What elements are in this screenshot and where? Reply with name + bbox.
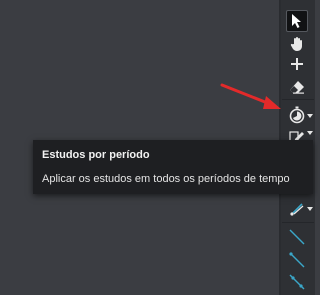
tooltip-description: Aplicar os estudos em todos os períodos … xyxy=(42,173,290,185)
cursor-arrow-icon xyxy=(292,14,301,28)
eraser-tool-button[interactable] xyxy=(286,76,308,98)
hand-pan-icon xyxy=(290,37,302,51)
extended-line-icon xyxy=(289,274,305,290)
chevron-down-icon[interactable] xyxy=(307,131,313,135)
crosshair-plus-icon xyxy=(291,58,303,70)
brush-icon xyxy=(290,203,304,216)
brush-tool-button[interactable] xyxy=(286,198,308,220)
ray-line-tool-button[interactable] xyxy=(286,249,308,271)
chevron-down-icon[interactable] xyxy=(307,114,313,118)
cursor-tool-button[interactable] xyxy=(286,10,308,32)
studies-by-period-button[interactable] xyxy=(286,104,308,126)
stopwatch-period-icon xyxy=(289,106,305,124)
eraser-icon xyxy=(290,81,304,94)
tooltip-title: Estudos por período xyxy=(42,149,150,161)
crosshair-tool-button[interactable] xyxy=(286,53,308,75)
trend-line-icon xyxy=(289,229,305,245)
extended-line-tool-button[interactable] xyxy=(286,271,308,293)
tooltip: Estudos por período Aplicar os estudos e… xyxy=(33,140,313,194)
pan-tool-button[interactable] xyxy=(286,33,308,55)
trend-line-tool-button[interactable] xyxy=(286,226,308,248)
ray-line-icon xyxy=(289,252,305,268)
toolbar-separator xyxy=(282,222,314,223)
toolbar-separator xyxy=(282,99,314,100)
annotation-arrow-icon xyxy=(220,83,281,109)
chevron-down-icon[interactable] xyxy=(307,207,313,211)
